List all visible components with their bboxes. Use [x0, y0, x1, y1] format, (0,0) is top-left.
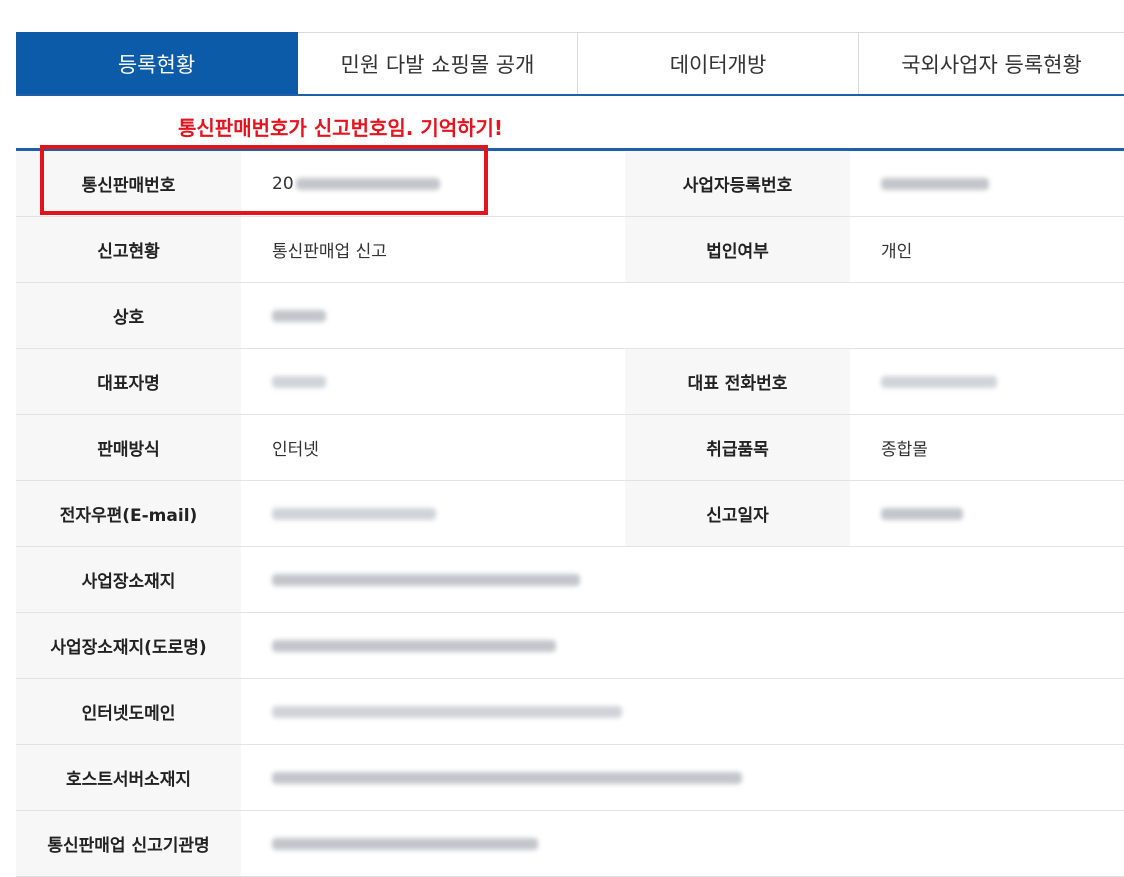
representative-name-value: [241, 349, 625, 414]
redacted-text: [272, 375, 326, 388]
table-row: 대표자명 대표 전화번호: [16, 349, 1124, 415]
row-header: 사업자등록번호: [625, 151, 850, 216]
redacted-text: [272, 573, 580, 586]
table-row: 판매방식 인터넷 취급품목 종합몰: [16, 415, 1124, 481]
table-row: 인터넷도메인: [16, 679, 1124, 745]
table-row: 통신판매업 신고기관명: [16, 811, 1124, 877]
row-header: 판매방식: [16, 415, 241, 480]
redacted-text: [881, 375, 997, 388]
table-row: 사업장소재지: [16, 547, 1124, 613]
row-header: 상호: [16, 283, 241, 348]
redacted-text: [272, 639, 556, 652]
mail-order-number-prefix: 20: [272, 173, 294, 194]
company-name-value: [241, 283, 1124, 348]
row-header: 사업장소재지: [16, 547, 241, 612]
row-header: 대표 전화번호: [625, 349, 850, 414]
row-header: 통신판매업 신고기관명: [16, 811, 241, 876]
tab-registration-status[interactable]: 등록현황: [16, 32, 298, 94]
row-header: 취급품목: [625, 415, 850, 480]
table-row: 사업장소재지(도로명): [16, 613, 1124, 679]
mail-order-number-value: 20: [241, 151, 625, 216]
row-header: 호스트서버소재지: [16, 745, 241, 810]
email-value: [241, 481, 625, 546]
table-row: 통신판매번호 20 사업자등록번호: [16, 151, 1124, 217]
registration-table: 통신판매번호 20 사업자등록번호 신고현황 통신판매업 신고 법인여부 개인 …: [16, 148, 1124, 877]
host-server-address-value: [241, 745, 1124, 810]
redacted-text: [272, 507, 436, 520]
row-header: 사업장소재지(도로명): [16, 613, 241, 678]
table-row: 상호: [16, 283, 1124, 349]
report-status-value: 통신판매업 신고: [272, 242, 387, 262]
business-road-address-value: [241, 613, 1124, 678]
row-header: 신고일자: [625, 481, 850, 546]
tab-open-data[interactable]: 데이터개방: [578, 32, 859, 94]
tab-complaint-malls[interactable]: 민원 다발 쇼핑몰 공개: [298, 32, 578, 94]
table-row: 전자우편(E-mail) 신고일자: [16, 481, 1124, 547]
redacted-text: [881, 507, 963, 520]
redacted-text: [272, 771, 742, 784]
row-header: 전자우편(E-mail): [16, 481, 241, 546]
sales-method-value: 인터넷: [272, 440, 319, 460]
tab-bar: 등록현황 민원 다발 쇼핑몰 공개 데이터개방 국외사업자 등록현황: [16, 32, 1124, 96]
row-header: 인터넷도메인: [16, 679, 241, 744]
internet-domain-value: [241, 679, 1124, 744]
table-row: 호스트서버소재지: [16, 745, 1124, 811]
tab-overseas-registration[interactable]: 국외사업자 등록현황: [859, 32, 1124, 94]
reporting-agency-value: [241, 811, 1124, 876]
redacted-text: [272, 309, 326, 322]
row-header: 법인여부: [625, 217, 850, 282]
business-address-value: [241, 547, 1124, 612]
corporation-status-value: 개인: [881, 242, 913, 262]
table-row: 신고현황 통신판매업 신고 법인여부 개인: [16, 217, 1124, 283]
redacted-text: [272, 837, 538, 850]
row-header: 통신판매번호: [16, 151, 241, 216]
representative-phone-value: [850, 349, 1124, 414]
report-date-value: [850, 481, 1124, 546]
row-header: 대표자명: [16, 349, 241, 414]
redacted-text: [881, 177, 989, 190]
row-header: 신고현황: [16, 217, 241, 282]
redacted-text: [295, 177, 440, 190]
redacted-text: [272, 705, 622, 718]
annotation-note: 통신판매번호가 신고번호임. 기억하기!: [178, 116, 504, 140]
product-category-value: 종합몰: [881, 440, 928, 460]
business-number-value: [850, 151, 1124, 216]
